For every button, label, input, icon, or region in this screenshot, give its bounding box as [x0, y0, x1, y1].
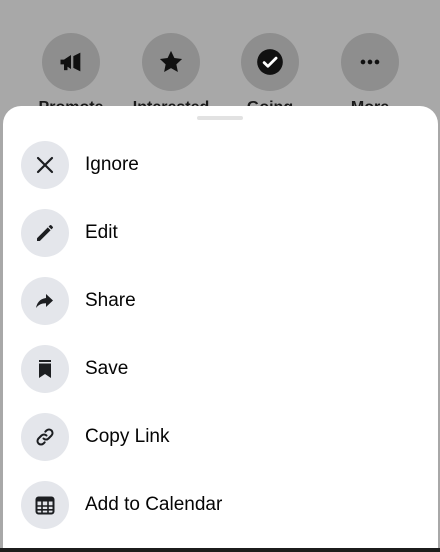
add-to-calendar-label: Add to Calendar: [85, 494, 223, 515]
link-icon: [36, 428, 54, 446]
save-item[interactable]: Save: [3, 337, 438, 401]
save-label: Save: [85, 358, 129, 379]
bookmark-icon: [39, 360, 51, 378]
share-icon-circle: [21, 277, 69, 325]
edit-item[interactable]: Edit: [3, 201, 438, 265]
ignore-item[interactable]: Ignore: [3, 133, 438, 197]
home-indicator-bar: [0, 548, 440, 552]
going-button: [241, 33, 299, 91]
save-icon-circle: [21, 345, 69, 393]
copy-link-label: Copy Link: [85, 426, 170, 447]
pencil-icon: [37, 225, 53, 241]
add-to-calendar-icon-circle: [21, 481, 69, 529]
copy-link-icon-circle: [21, 413, 69, 461]
ignore-label: Ignore: [85, 154, 139, 175]
promote-button: [42, 33, 100, 91]
add-to-calendar-item[interactable]: Add to Calendar: [3, 473, 438, 537]
megaphone-icon: [60, 52, 81, 72]
copy-link-item[interactable]: Copy Link: [3, 405, 438, 469]
interested-button: [142, 33, 200, 91]
sheet-grabber[interactable]: [197, 116, 243, 120]
close-icon: [36, 156, 54, 174]
share-item[interactable]: Share: [3, 269, 438, 333]
ignore-icon-circle: [21, 141, 69, 189]
edit-label: Edit: [85, 222, 118, 243]
calendar-icon: [35, 496, 55, 515]
edit-icon-circle: [21, 209, 69, 257]
star-icon: [159, 50, 183, 73]
share-arrow-icon: [36, 294, 53, 308]
share-label: Share: [85, 290, 136, 311]
more-icon: [360, 59, 380, 65]
event-quick-actions: Promote Interested Going More: [0, 33, 440, 116]
action-sheet: Ignore Edit Share Save Copy Link Add to …: [3, 106, 438, 552]
more-button: [341, 33, 399, 91]
check-circle-icon: [257, 49, 283, 75]
